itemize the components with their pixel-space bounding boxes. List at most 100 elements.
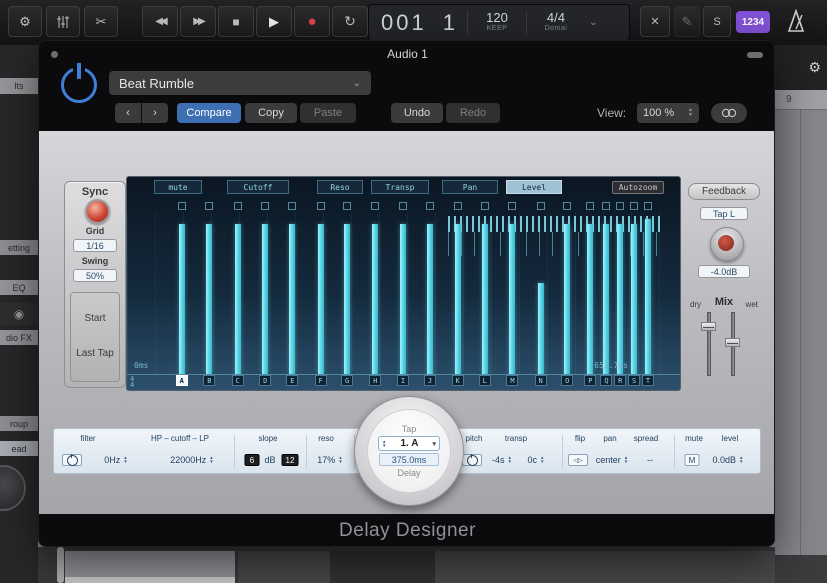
track-lane[interactable] [238, 551, 775, 583]
play-button[interactable]: ▶ [256, 6, 292, 37]
scrollbar[interactable] [57, 547, 64, 583]
tap-letter-F[interactable]: F [315, 375, 327, 386]
tap-letter-N[interactable]: N [535, 375, 547, 386]
tap-bar-O[interactable] [564, 224, 570, 374]
slope-6db-button[interactable]: 6 [245, 453, 260, 467]
redo-button[interactable]: Redo [446, 103, 500, 123]
feedback-tap-selector[interactable]: Tap L [700, 207, 748, 220]
track-header-gear[interactable]: ⚙ [775, 45, 827, 90]
tap-delay-time[interactable]: 375.0ms [379, 453, 439, 466]
ruler[interactable]: 9 [775, 90, 827, 110]
lcd-display[interactable]: 001 1 120 KEEP 4/4 Domai ⌄ [368, 4, 630, 41]
stop-button[interactable]: ■ [218, 6, 254, 37]
preset-next-button[interactable]: › [142, 103, 168, 123]
tap-letter-K[interactable]: K [452, 375, 464, 386]
track-region[interactable] [65, 551, 235, 583]
tap-bar-S[interactable] [631, 224, 637, 374]
tap-bar-B[interactable] [206, 224, 212, 374]
tap-letter-M[interactable]: M [506, 375, 518, 386]
tap-bar-E[interactable] [289, 224, 295, 374]
slope-12db-button[interactable]: 12 [282, 453, 299, 467]
feedback-value[interactable]: -4.0dB [698, 265, 750, 278]
tap-bar-I[interactable] [400, 224, 406, 374]
no-input-button[interactable]: ✕ [640, 6, 670, 37]
wet-slider-handle[interactable] [725, 338, 740, 347]
tool-scissors-button[interactable]: ✂ [84, 6, 118, 37]
tap-letter-D[interactable]: D [259, 375, 271, 386]
start-button[interactable]: Start [71, 313, 119, 324]
pan-stepper[interactable]: center▲▼ [596, 453, 628, 467]
tap-bar-A[interactable] [179, 224, 185, 374]
plugin-power-button[interactable] [61, 67, 97, 103]
tap-selector-dropdown[interactable]: ▲▼ 1. A ▾ [378, 436, 440, 451]
record-button[interactable]: ● [294, 6, 330, 37]
tap-bar-H[interactable] [372, 224, 378, 374]
mute-button[interactable]: M [685, 453, 700, 467]
tap-bar-J[interactable] [427, 224, 433, 374]
lp-cutoff-stepper[interactable]: 22000Hz▲▼ [170, 453, 214, 467]
tap-letter-O[interactable]: O [561, 375, 573, 386]
tap-bar-N[interactable] [538, 283, 544, 374]
settings-gear-icon[interactable]: ⚙ [8, 6, 42, 37]
tap-letter-C[interactable]: C [232, 375, 244, 386]
tap-letter-Q[interactable]: Q [600, 375, 612, 386]
mixer-sliders-icon[interactable] [46, 6, 80, 37]
reso-stepper[interactable]: 17%▲▼ [317, 453, 342, 467]
tap-bar-R[interactable] [617, 224, 623, 374]
lcd-timesig[interactable]: 4/4 Domai [527, 12, 585, 34]
level-stepper[interactable]: 0.0dB▲▼ [713, 453, 744, 467]
tap-display[interactable]: mute Cutoff Reso Transp Pan Level Autozo… [126, 176, 681, 391]
metronome-button[interactable] [786, 8, 812, 41]
last-tap-button[interactable]: Last Tap [71, 348, 119, 359]
tap-letter-H[interactable]: H [369, 375, 381, 386]
grid-value[interactable]: 1/16 [73, 239, 117, 252]
swing-value[interactable]: 50% [73, 269, 117, 282]
tap-letter-L[interactable]: L [479, 375, 491, 386]
link-button[interactable] [711, 103, 747, 123]
pitch-cents-stepper[interactable]: 0c▲▼ [528, 453, 545, 467]
window-close-button[interactable] [51, 51, 58, 58]
tap-letter-A[interactable]: A [176, 375, 188, 386]
filter-power-button[interactable] [62, 453, 82, 467]
spread-value[interactable]: -- [647, 453, 653, 467]
solo-button[interactable]: S [703, 6, 731, 37]
paste-button[interactable]: Paste [300, 103, 356, 123]
preset-prev-button[interactable]: ‹ [115, 103, 141, 123]
tap-bar-K[interactable] [455, 224, 461, 374]
hp-cutoff-stepper[interactable]: 0Hz▲▼ [104, 453, 127, 467]
compare-button[interactable]: Compare [177, 103, 241, 123]
tap-letter-P[interactable]: P [584, 375, 596, 386]
cycle-button[interactable]: ↻ [332, 6, 368, 37]
pan-knob[interactable] [0, 465, 26, 511]
dry-slider-handle[interactable] [701, 322, 716, 331]
tap-bar-D[interactable] [262, 224, 268, 374]
tap-letter-T[interactable]: T [642, 375, 654, 386]
view-zoom-stepper[interactable]: 100 % ▲▼ [637, 103, 699, 123]
tap-letter-S[interactable]: S [628, 375, 640, 386]
count-in-badge[interactable]: 1234 [736, 11, 770, 33]
tap-letter-R[interactable]: R [614, 375, 626, 386]
tap-letter-B[interactable]: B [203, 375, 215, 386]
tap-bar-M[interactable] [509, 224, 515, 374]
lcd-chevron-down-icon[interactable]: ⌄ [589, 17, 597, 28]
lcd-tempo[interactable]: 120 KEEP [468, 12, 526, 34]
tap-bar-L[interactable] [482, 224, 488, 374]
preset-dropdown[interactable]: Beat Rumble ⌄ [109, 71, 371, 95]
eye-icon[interactable]: ◉ [0, 303, 38, 325]
tap-bar-C[interactable] [235, 224, 241, 374]
undo-button[interactable]: Undo [391, 103, 443, 123]
tap-bar-P[interactable] [587, 224, 593, 374]
tap-bar-T[interactable] [645, 219, 651, 374]
tap-letter-I[interactable]: I [397, 375, 409, 386]
tap-bar-Q[interactable] [603, 224, 609, 374]
copy-button[interactable]: Copy [245, 103, 297, 123]
pencil-tool-button[interactable]: ✎ [674, 6, 700, 37]
forward-button[interactable]: ▶▶ [180, 6, 216, 37]
tap-letter-J[interactable]: J [424, 375, 436, 386]
pitch-semitones-stepper[interactable]: -4s▲▼ [492, 453, 512, 467]
rewind-button[interactable]: ◀◀ [142, 6, 178, 37]
feedback-button[interactable]: Feedback [688, 183, 760, 200]
feedback-knob[interactable] [710, 227, 744, 261]
tap-bar-F[interactable] [318, 224, 324, 374]
sync-knob[interactable] [85, 199, 110, 224]
